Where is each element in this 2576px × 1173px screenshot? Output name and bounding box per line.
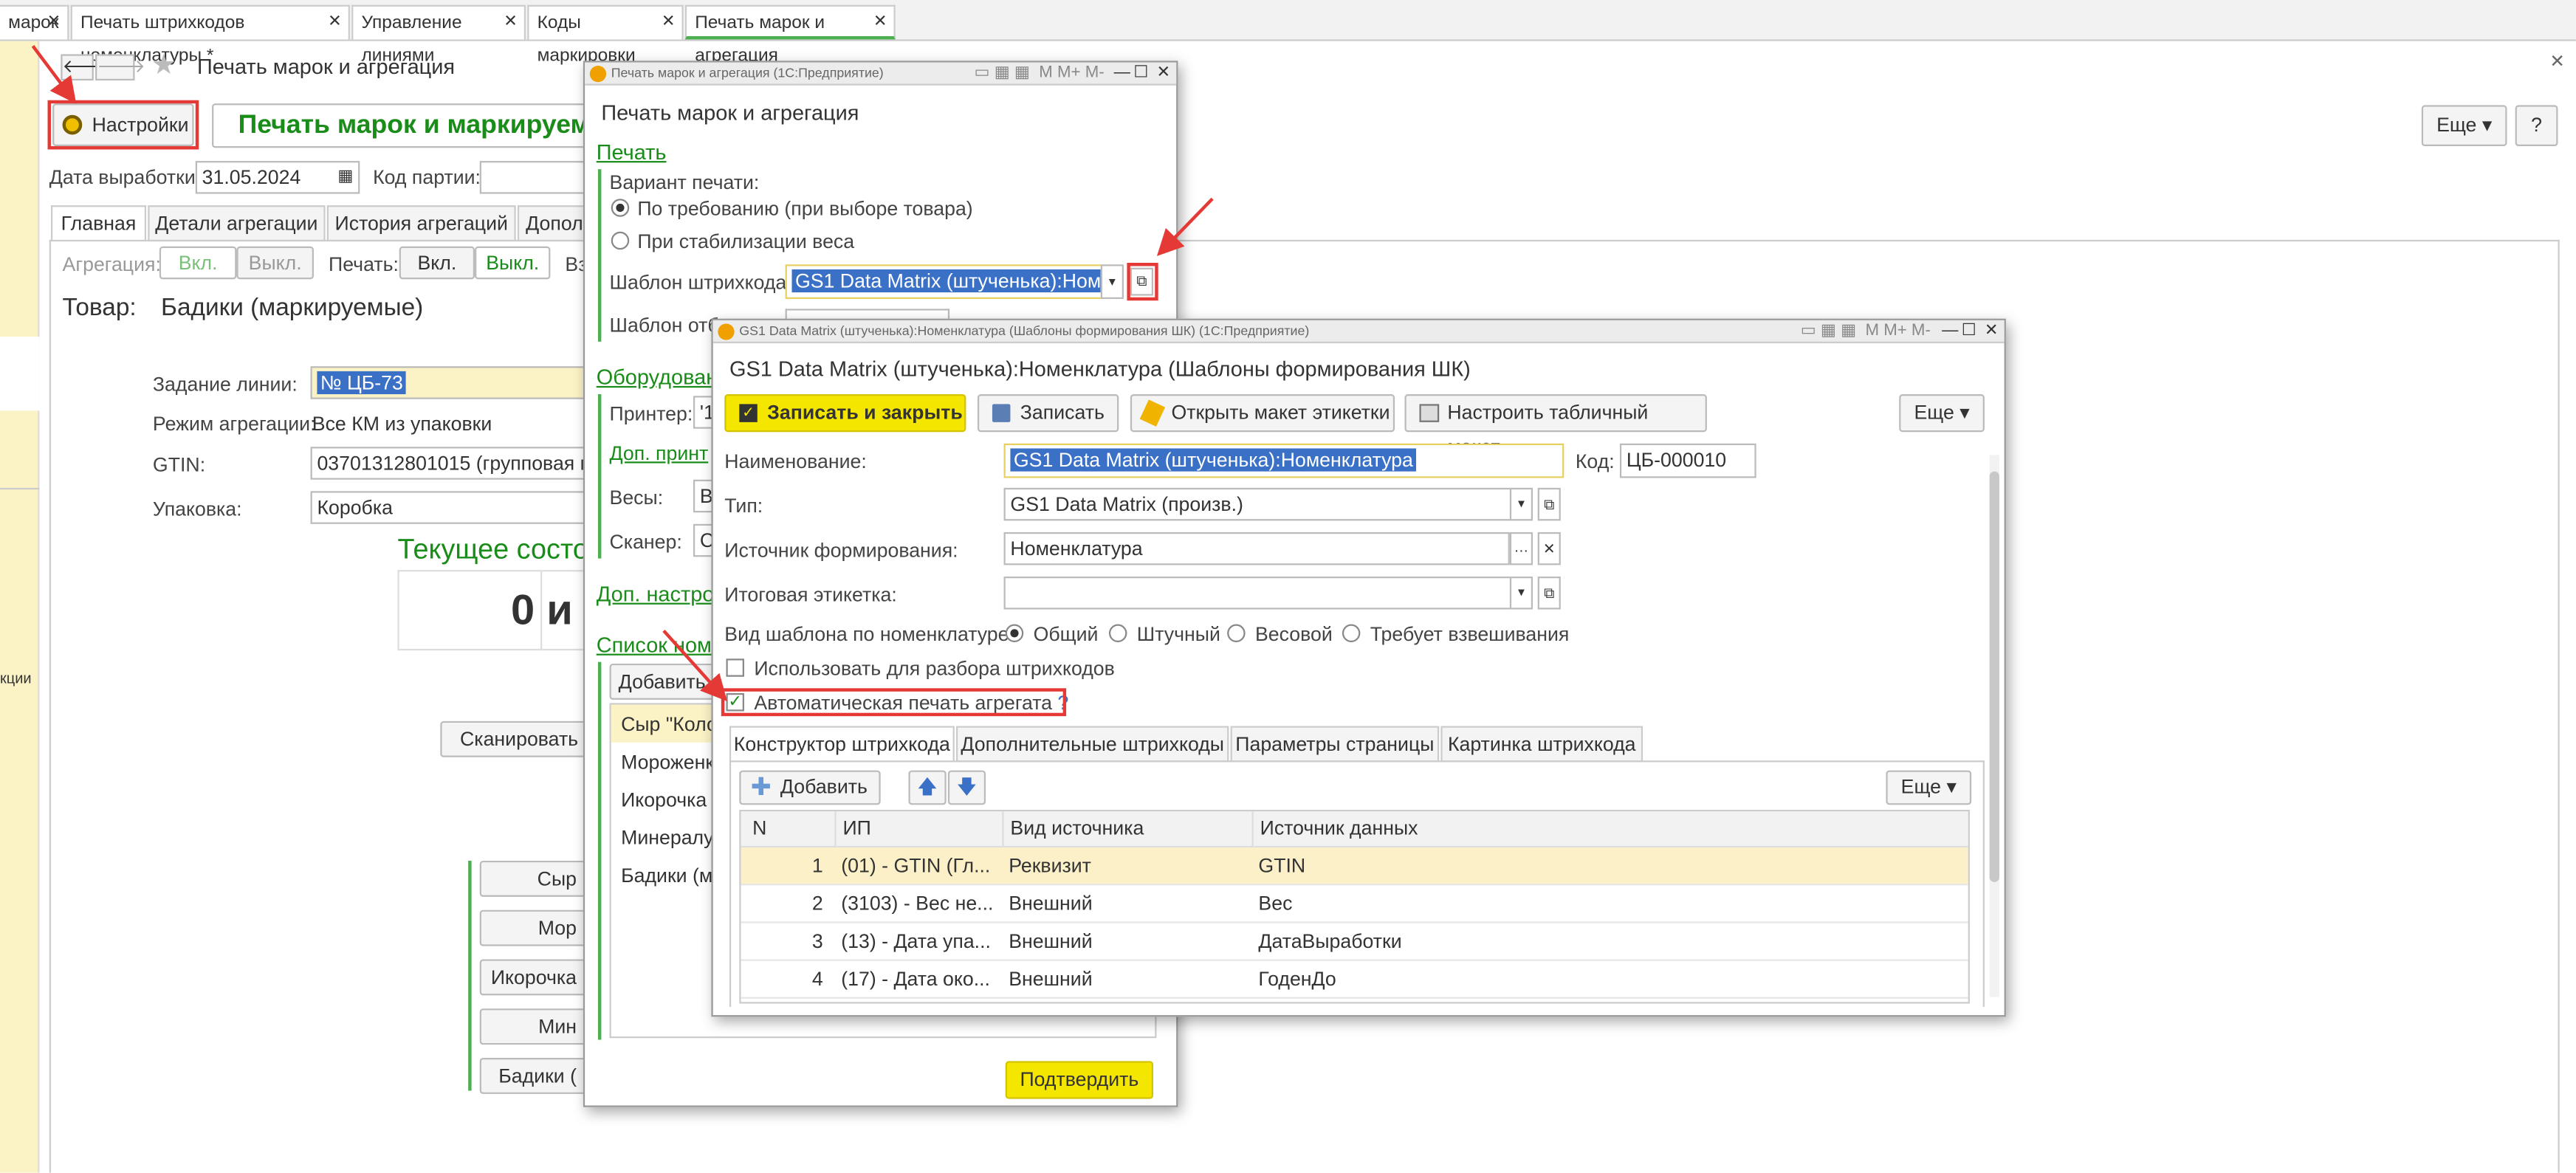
arrow-to-settings bbox=[31, 44, 77, 104]
arrow-to-open-link bbox=[1156, 197, 1214, 256]
annotation-arrows bbox=[31, 44, 1214, 702]
app-window: марок ✕ Печать штрихкодов номенклатуры * ✕… bbox=[0, 0, 2576, 1173]
arrow-to-auto-print bbox=[662, 629, 727, 702]
